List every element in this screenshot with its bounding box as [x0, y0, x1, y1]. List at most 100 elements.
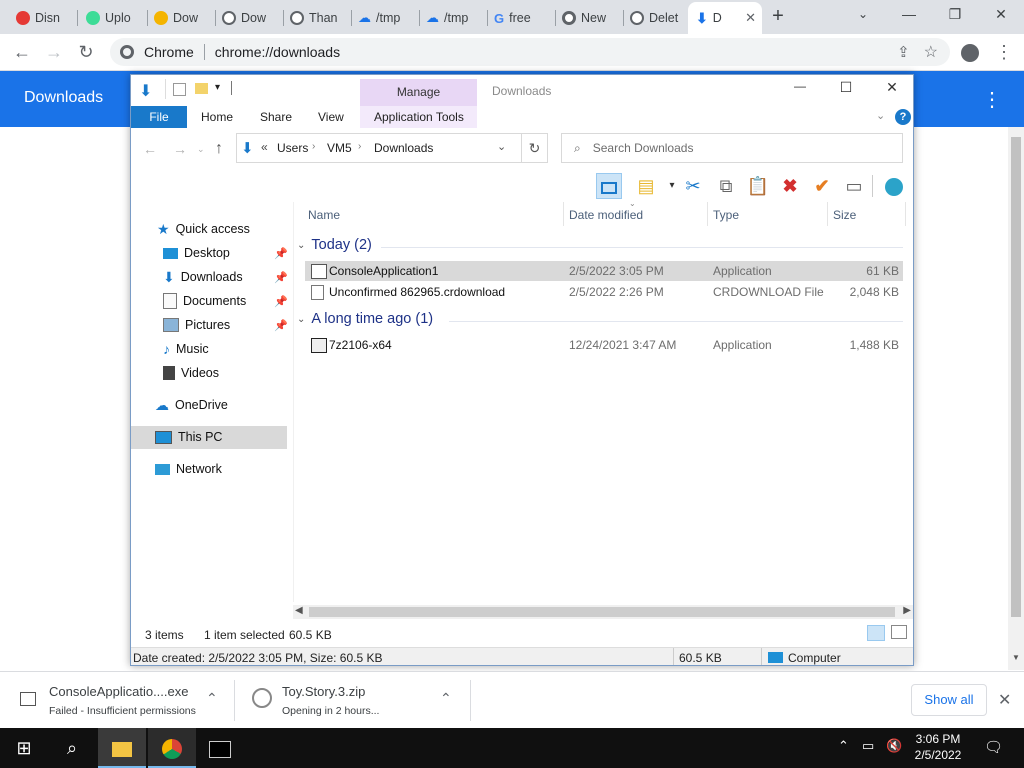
volume-muted-icon[interactable]: 🔇	[886, 738, 902, 754]
group-header-long-ago[interactable]: ⌄ A long time ago (1)	[297, 311, 433, 327]
breadcrumb-users[interactable]: Users	[277, 141, 308, 155]
close-window-button[interactable]: ✕	[978, 0, 1024, 30]
scroll-left-icon[interactable]: ◀	[295, 605, 303, 616]
close-button[interactable]: ✕	[877, 79, 907, 96]
address-bar[interactable]: ⬇ « Users › VM5 › Downloads ⌄	[236, 133, 548, 163]
browser-tab[interactable]: Delet	[622, 4, 692, 32]
taskbar-clock[interactable]: 3:06 PM 2/5/2022	[910, 731, 966, 763]
paste-icon[interactable]: 📋	[745, 173, 771, 199]
browser-tab[interactable]: Than	[282, 4, 352, 32]
up-button[interactable]: ↑	[215, 140, 223, 158]
network-status-icon[interactable]: ▭	[862, 738, 874, 754]
breadcrumb-separator-icon[interactable]: ›	[358, 141, 361, 152]
pin-icon[interactable]: 📌	[274, 295, 288, 308]
group-header-today[interactable]: ⌄ Today (2)	[297, 237, 372, 253]
minimize-button[interactable]: —	[785, 79, 815, 93]
nav-quick-access[interactable]: ★ Quick access	[157, 218, 250, 240]
profile-button[interactable]	[958, 40, 982, 64]
customize-quick-access-icon[interactable]: ▾	[215, 82, 220, 93]
maximize-button[interactable]: ❐	[932, 0, 978, 30]
show-hidden-icons-icon[interactable]: ⌃	[838, 738, 849, 754]
show-all-button[interactable]: Show all	[911, 684, 987, 716]
chrome-menu-button[interactable]: ⋮	[992, 40, 1016, 64]
file-row[interactable]: Unconfirmed 862965.crdownload 2/5/2022 2…	[305, 282, 903, 302]
nav-pictures[interactable]: Pictures	[163, 314, 230, 336]
pin-icon[interactable]: 📌	[274, 271, 288, 284]
browser-tab[interactable]: G free	[486, 4, 556, 32]
pin-icon[interactable]: 📌	[274, 247, 288, 260]
share-icon[interactable]: ⇪	[897, 43, 910, 61]
file-row[interactable]: 7z2106-x64 12/24/2021 3:47 AM Applicatio…	[305, 335, 903, 355]
tab-file[interactable]: File	[131, 106, 187, 128]
breadcrumb-overflow-icon[interactable]: «	[261, 140, 268, 154]
address-dropdown-icon[interactable]: ⌄	[497, 140, 506, 153]
nav-desktop[interactable]: Desktop	[163, 242, 230, 264]
reload-button[interactable]: ↻	[74, 40, 98, 64]
copy-icon[interactable]: ⧉	[713, 173, 739, 199]
more-actions-button[interactable]: ⋮	[982, 87, 1002, 112]
forward-button[interactable]: →	[42, 40, 66, 64]
download-item[interactable]: Toy.Story.3.zip Opening in 2 hours... ⌃	[236, 672, 471, 729]
browser-tab[interactable]: Dow	[146, 4, 216, 32]
scrollbar-thumb[interactable]	[309, 607, 895, 617]
minimize-button[interactable]: —	[886, 0, 932, 30]
collapse-chevron-icon[interactable]: ⌄	[297, 314, 305, 325]
tab-view[interactable]: View	[318, 106, 344, 128]
nav-network[interactable]: Network	[155, 458, 222, 480]
bookmark-star-icon[interactable]: ☆	[924, 42, 938, 62]
ribbon-expand-icon[interactable]: ⌄	[876, 109, 885, 122]
active-browser-tab[interactable]: ⬇ D ✕	[688, 2, 762, 34]
browser-tab[interactable]: Uplo	[78, 4, 148, 32]
search-input[interactable]: ⌕ Search Downloads	[561, 133, 903, 163]
tab-home[interactable]: Home	[201, 106, 233, 128]
close-shelf-icon[interactable]: ✕	[998, 690, 1011, 710]
new-tab-button[interactable]: +	[765, 4, 791, 30]
maximize-button[interactable]: ☐	[831, 79, 861, 96]
column-header-name[interactable]: Name	[308, 208, 340, 222]
tab-application-tools[interactable]: Application Tools	[374, 106, 464, 128]
large-icons-view-icon[interactable]	[891, 625, 907, 639]
navigation-pane-icon[interactable]	[596, 173, 622, 199]
column-header-size[interactable]: Size	[833, 208, 856, 222]
scroll-down-icon[interactable]: ▼	[1012, 653, 1020, 662]
horizontal-scrollbar[interactable]: ◀ ▶	[293, 605, 913, 619]
browser-tab[interactable]: New	[554, 4, 624, 32]
globe-icon[interactable]	[881, 173, 907, 199]
recent-locations-icon[interactable]: ⌄	[197, 144, 205, 155]
nav-documents[interactable]: Documents	[163, 290, 246, 312]
browser-tab[interactable]: Disn	[8, 4, 78, 32]
tab-share[interactable]: Share	[260, 106, 292, 128]
manage-context-tab[interactable]: Manage	[360, 79, 477, 106]
search-icon[interactable]: ⌕	[48, 728, 96, 768]
delete-icon[interactable]: ✖	[777, 173, 803, 199]
nav-downloads[interactable]: ⬇ Downloads	[163, 266, 243, 288]
forward-button[interactable]: →	[173, 141, 187, 157]
windows-start-icon[interactable]: ⊞	[0, 728, 48, 768]
back-button[interactable]: ←	[143, 141, 157, 157]
tab-search-button[interactable]: ⌄	[840, 0, 886, 30]
new-item-icon[interactable]: ▤	[633, 173, 659, 199]
browser-tab[interactable]: Dow	[214, 4, 284, 32]
properties-icon[interactable]	[173, 83, 186, 96]
scrollbar-thumb[interactable]	[1011, 137, 1021, 617]
file-explorer-taskbar-icon[interactable]	[98, 728, 146, 768]
help-icon[interactable]: ?	[895, 109, 911, 125]
cut-icon[interactable]: ✂	[680, 173, 706, 199]
back-button[interactable]: ←	[10, 40, 34, 64]
checkmark-icon[interactable]: ✔	[809, 173, 835, 199]
rename-icon[interactable]: ▭	[841, 173, 867, 199]
refresh-button[interactable]: ↻	[521, 133, 548, 163]
notification-center-icon[interactable]: 🗨	[984, 738, 1003, 756]
browser-tab[interactable]: ☁ /tmp	[418, 4, 488, 32]
breadcrumb-downloads[interactable]: Downloads	[374, 141, 433, 155]
breadcrumb-vm5[interactable]: VM5	[327, 141, 352, 155]
nav-videos[interactable]: Videos	[163, 362, 219, 384]
terminal-taskbar-icon[interactable]	[196, 728, 244, 768]
column-header-date[interactable]: Date modified	[569, 208, 643, 222]
breadcrumb-separator-icon[interactable]: ›	[312, 141, 315, 152]
nav-this-pc[interactable]: This PC	[155, 426, 222, 448]
scroll-right-icon[interactable]: ▶	[903, 605, 911, 616]
close-tab-icon[interactable]: ✕	[745, 10, 756, 26]
browser-tab[interactable]: ☁ /tmp	[350, 4, 420, 32]
chevron-up-icon[interactable]: ⌃	[206, 690, 218, 707]
